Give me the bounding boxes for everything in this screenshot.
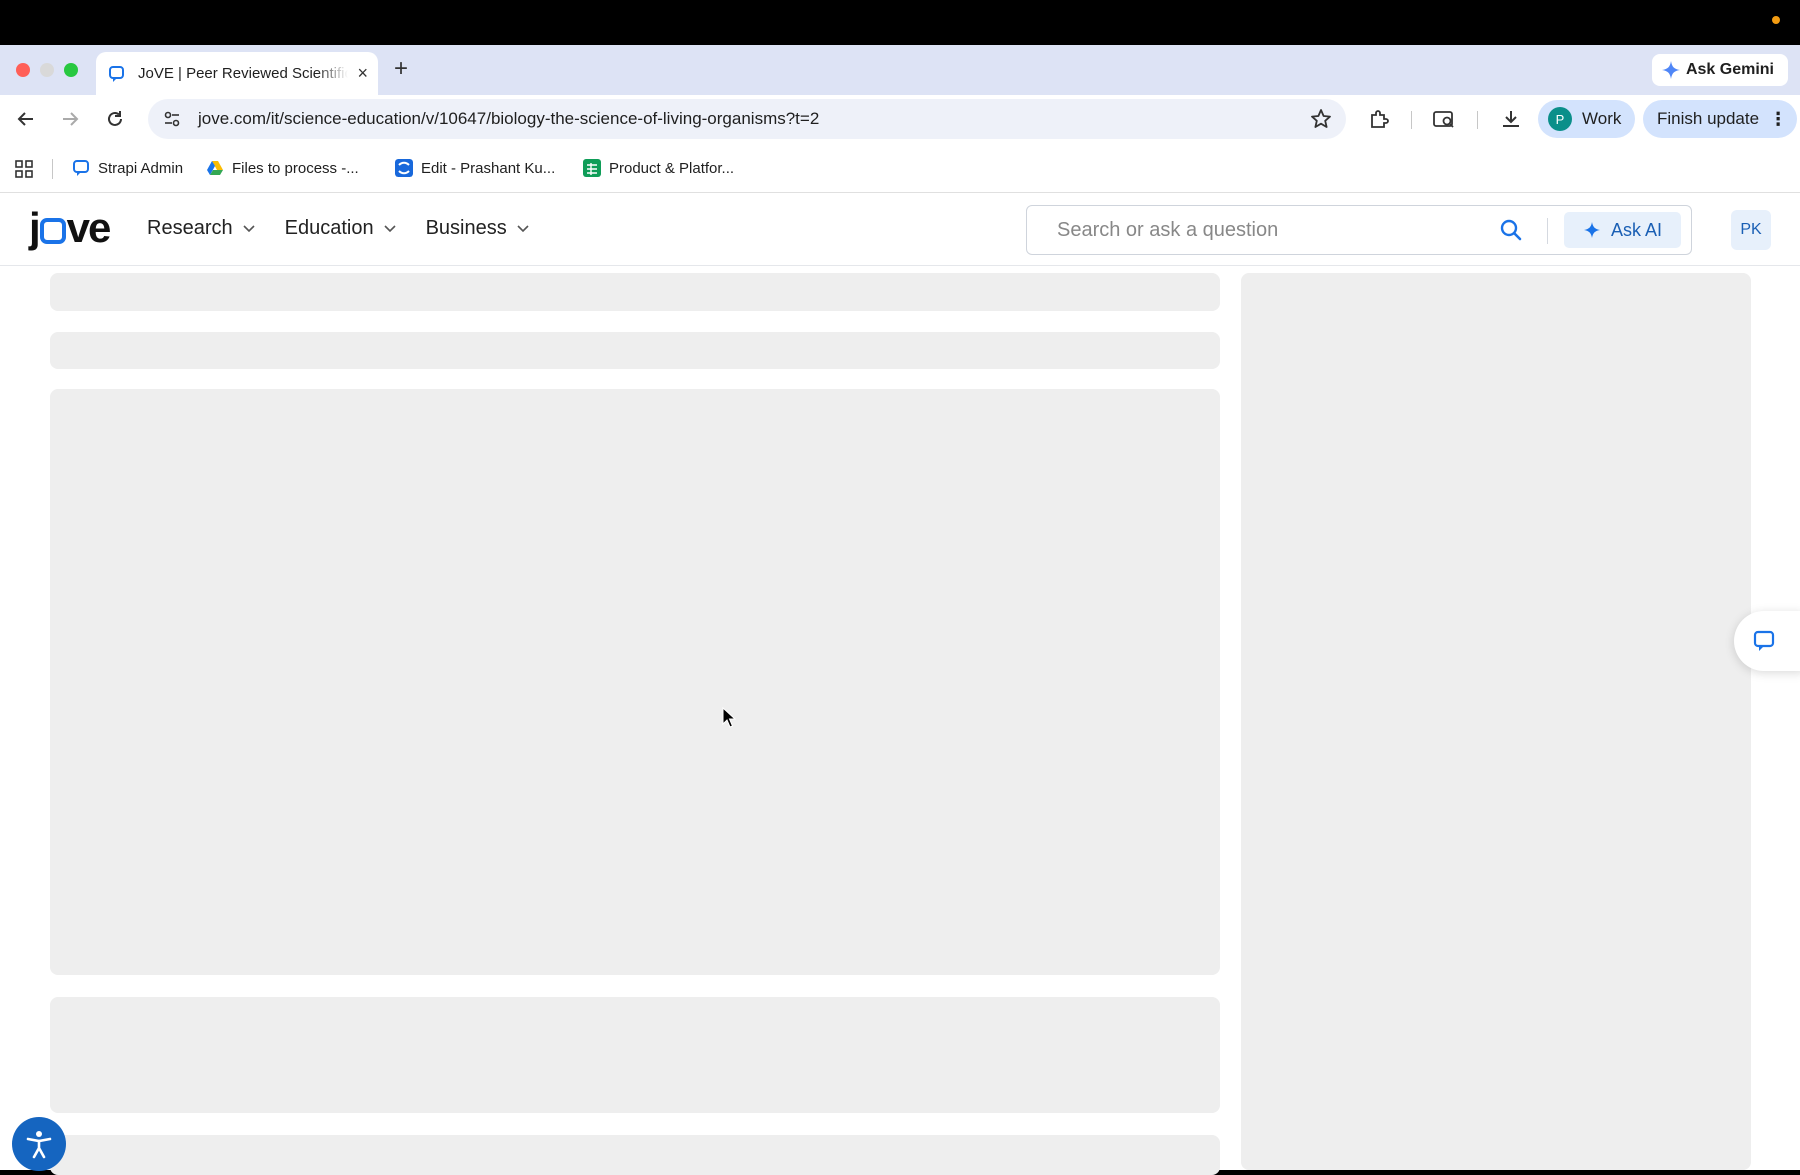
- skeleton-description: [50, 997, 1220, 1113]
- ask-gemini-button[interactable]: Ask Gemini: [1651, 54, 1788, 86]
- browser-tab-active[interactable]: JoVE | Peer Reviewed Scientific ×: [96, 52, 378, 95]
- tab-close-icon[interactable]: ×: [357, 63, 368, 84]
- chevron-down-icon: [384, 224, 396, 232]
- logo-text-left: j: [29, 204, 41, 251]
- chat-widget-button[interactable]: [1734, 611, 1800, 671]
- tab-strip: JoVE | Peer Reviewed Scientific × + Ask …: [0, 45, 1800, 95]
- tab-search-icon[interactable]: [1432, 107, 1456, 131]
- logo-text-right: ve: [66, 204, 112, 251]
- profile-label: Work: [1582, 109, 1622, 128]
- bookmark-label: Files to process -...: [232, 159, 359, 177]
- user-avatar[interactable]: PK: [1731, 210, 1771, 250]
- finish-update-button[interactable]: Finish update ⋮: [1643, 100, 1798, 138]
- mouse-pointer-icon: [722, 706, 737, 734]
- url-text: jove.com/it/science-education/v/10647/bi…: [198, 109, 820, 128]
- search-input[interactable]: Search or ask a question: [1057, 219, 1477, 242]
- profile-button[interactable]: P Work: [1538, 100, 1636, 138]
- page-content-loading: [0, 267, 1800, 1175]
- ask-ai-label: Ask AI: [1610, 219, 1663, 240]
- profile-avatar: P: [1548, 107, 1572, 131]
- extensions-puzzle-icon[interactable]: [1367, 107, 1391, 131]
- google-sheets-icon: [583, 159, 601, 177]
- nav-education-label: Education: [284, 217, 374, 239]
- jove-favicon-icon: [109, 65, 124, 82]
- bookmark-product-platform[interactable]: Product & Platfor...: [583, 155, 734, 181]
- site-search-box: Search or ask a question Ask AI: [1026, 205, 1692, 255]
- address-bar[interactable]: jove.com/it/science-education/v/10647/bi…: [148, 99, 1346, 139]
- gemini-sparkle-icon: [1661, 61, 1680, 79]
- sparkle-icon: [1583, 222, 1600, 238]
- chevron-down-icon: [517, 224, 529, 232]
- bookmark-files-to-process[interactable]: Files to process -...: [206, 155, 359, 181]
- skeleton-subtitle: [50, 332, 1220, 369]
- window-maximize-button[interactable]: [64, 63, 78, 77]
- bookmark-edit-prashant[interactable]: Edit - Prashant Ku...: [395, 155, 555, 181]
- nav-business[interactable]: Business: [426, 217, 529, 240]
- ask-gemini-label: Ask Gemini: [1685, 61, 1774, 78]
- nav-business-label: Business: [425, 217, 507, 239]
- bookmark-label: Strapi Admin: [98, 159, 184, 177]
- bookmark-label: Edit - Prashant Ku...: [421, 159, 556, 177]
- nav-research-label: Research: [147, 217, 233, 239]
- chat-bubble-icon: [73, 160, 89, 176]
- main-navigation: Research Education Business: [147, 217, 529, 240]
- skeleton-video-player: [50, 389, 1220, 975]
- window-minimize-button[interactable]: [40, 63, 54, 77]
- chevron-down-icon: [243, 224, 255, 232]
- browser-toolbar: jove.com/it/science-education/v/10647/bi…: [0, 95, 1800, 143]
- os-menu-bar: [0, 0, 1800, 45]
- logo-bubble-icon: [39, 218, 66, 244]
- confluence-icon: [395, 159, 413, 177]
- skeleton-section: [50, 1135, 1220, 1175]
- jove-logo[interactable]: j ve: [29, 204, 112, 251]
- bookmarks-divider: [52, 159, 53, 179]
- toolbar-divider: [1477, 111, 1478, 129]
- tab-title: JoVE | Peer Reviewed Scientific: [138, 65, 348, 82]
- bookmark-star-icon[interactable]: [1310, 108, 1332, 135]
- reload-icon[interactable]: [103, 107, 127, 131]
- ask-ai-button[interactable]: Ask AI: [1564, 212, 1681, 248]
- forward-arrow-icon[interactable]: [58, 107, 82, 131]
- nav-education[interactable]: Education: [285, 217, 396, 240]
- finish-update-label: Finish update: [1657, 109, 1760, 128]
- bookmark-label: Product & Platfor...: [609, 159, 735, 177]
- search-divider: [1547, 218, 1548, 244]
- bookmarks-bar: Strapi Admin Files to process -... Edit …: [0, 143, 1800, 193]
- skeleton-sidebar: [1241, 273, 1751, 1170]
- browser-window: JoVE | Peer Reviewed Scientific × + Ask …: [0, 45, 1800, 1175]
- site-settings-icon[interactable]: [158, 105, 186, 133]
- skeleton-title: [50, 273, 1220, 311]
- search-icon[interactable]: [1499, 218, 1523, 247]
- back-arrow-icon[interactable]: [14, 107, 38, 131]
- apps-grid-icon[interactable]: [14, 159, 34, 184]
- chat-icon: [1753, 630, 1775, 651]
- new-tab-button[interactable]: +: [394, 55, 408, 83]
- download-icon[interactable]: [1499, 107, 1523, 131]
- accessibility-button[interactable]: [12, 1117, 66, 1171]
- toolbar-divider: [1411, 111, 1412, 129]
- accessibility-icon: [26, 1131, 52, 1159]
- google-drive-icon: [207, 161, 223, 175]
- status-dot: [1772, 16, 1780, 24]
- bookmark-strapi-admin[interactable]: Strapi Admin: [72, 155, 183, 181]
- nav-research[interactable]: Research: [147, 217, 255, 240]
- window-close-button[interactable]: [16, 63, 30, 77]
- jove-site-header: j ve Research Education Business Search o…: [0, 193, 1800, 266]
- more-menu-icon[interactable]: ⋮: [1769, 109, 1787, 130]
